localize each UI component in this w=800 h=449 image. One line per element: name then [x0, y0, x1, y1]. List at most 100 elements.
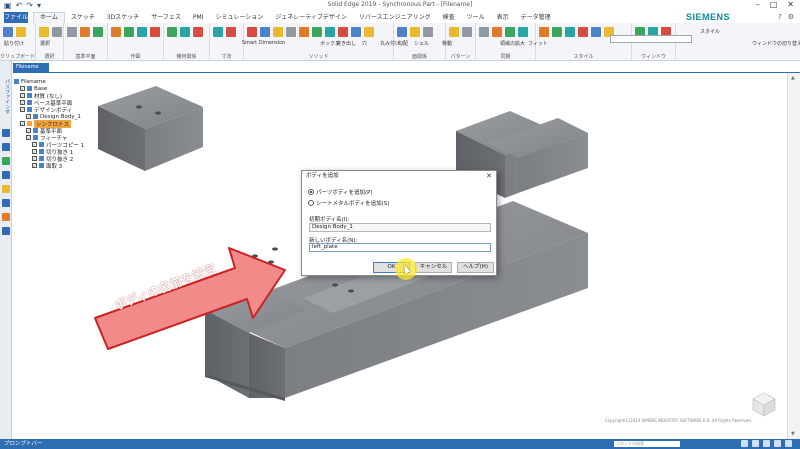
ribbon-tool-icon[interactable]	[479, 27, 489, 37]
help-button[interactable]: ヘルプ(H)	[457, 262, 494, 273]
rotate-icon[interactable]	[774, 440, 781, 447]
tree-checkbox[interactable]: ✓	[20, 93, 25, 98]
tree-checkbox[interactable]: ✓	[26, 135, 31, 140]
tree-checkbox[interactable]: ✓	[20, 100, 25, 105]
family-icon[interactable]	[2, 185, 10, 193]
zoom-icon[interactable]	[741, 440, 748, 447]
view-icon[interactable]	[785, 440, 792, 447]
ribbon-tool-icon[interactable]	[93, 27, 103, 37]
ribbon-tool-icon[interactable]	[312, 27, 322, 37]
tab-3[interactable]: サーフェス	[145, 12, 187, 23]
radio-part-body[interactable]: パーツボディを追加(P)	[308, 188, 373, 196]
ribbon-tool-icon[interactable]	[351, 27, 361, 37]
tab-11[interactable]: データ管理	[515, 12, 557, 23]
ribbon-tool-icon[interactable]	[3, 27, 13, 37]
ribbon-button-label-extrude[interactable]: 突き出し	[336, 40, 356, 47]
tab-5[interactable]: シミュレーション	[210, 12, 270, 23]
ribbon-tool-icon[interactable]	[80, 27, 90, 37]
tree-item[interactable]: ✓ シンクロナス	[14, 119, 114, 128]
ribbon-tool-icon[interactable]	[180, 27, 190, 37]
hole-6[interactable]	[332, 283, 338, 287]
key-icon[interactable]	[2, 213, 10, 221]
ribbon-button-label-window[interactable]: ウィンドウの切り替え	[752, 40, 800, 47]
ribbon-tool-icon[interactable]	[492, 27, 502, 37]
tab-9[interactable]: ツール	[461, 12, 491, 23]
ribbon-button-label-move[interactable]: 移動	[442, 40, 452, 47]
tree-checkbox[interactable]: ✓	[26, 128, 31, 133]
tab-8[interactable]: 検査	[437, 12, 461, 23]
ribbon-tool-icon[interactable]	[52, 27, 62, 37]
ribbon-tool-icon[interactable]	[124, 27, 134, 37]
tree-checkbox[interactable]: ✓	[32, 156, 37, 161]
ribbon-tool-icon[interactable]	[410, 27, 420, 37]
ribbon-button-label-hole[interactable]: 穴	[362, 40, 367, 47]
ribbon-button-label-paste[interactable]: 貼り付け	[4, 40, 24, 47]
ribbon-tool-icon[interactable]	[423, 27, 433, 37]
radio-sheetmetal-indicator[interactable]	[308, 200, 314, 206]
ribbon-tool-icon[interactable]	[338, 27, 348, 37]
hole-2[interactable]	[155, 111, 161, 115]
ribbon-tool-icon[interactable]	[578, 27, 588, 37]
tree-item[interactable]: ✓ 面取 3	[14, 162, 114, 170]
ribbon-tool-icon[interactable]	[167, 27, 177, 37]
tree-checkbox[interactable]: ✓	[20, 107, 25, 112]
ribbon-tool-icon[interactable]	[67, 27, 77, 37]
ribbon-tool-icon[interactable]	[226, 27, 236, 37]
ribbon-tool-icon[interactable]	[364, 27, 374, 37]
sensors-icon[interactable]	[2, 171, 10, 179]
minimize-icon[interactable]: –	[756, 0, 760, 9]
layers-icon[interactable]	[2, 143, 10, 151]
ribbon-button-label-smart-dimension[interactable]: Smart Dimension	[242, 40, 285, 46]
maximize-icon[interactable]: □	[770, 0, 778, 9]
dialog-close-icon[interactable]: ✕	[486, 171, 492, 181]
ribbon-tool-icon[interactable]	[397, 27, 407, 37]
tab-7[interactable]: リバースエンジニアリング	[353, 12, 437, 23]
ribbon-tool-icon[interactable]	[565, 27, 575, 37]
tree-item[interactable]: ✓ デザインボディ	[14, 106, 114, 114]
hole-7[interactable]	[348, 289, 354, 293]
ribbon-tool-icon[interactable]	[260, 27, 270, 37]
tab-10[interactable]: 表示	[491, 12, 515, 23]
fit-icon[interactable]	[752, 440, 759, 447]
ribbon-tool-icon[interactable]	[325, 27, 335, 37]
pathfinder-vertical-label[interactable]: パスファインダ	[1, 79, 11, 114]
ribbon-button-label-round[interactable]: 丸み付け	[380, 40, 400, 47]
view-cube-icon[interactable]	[750, 390, 778, 418]
tree-checkbox[interactable]: ✓	[20, 121, 25, 126]
file-menu-button[interactable]: ファイル	[4, 12, 28, 23]
help-icon[interactable]: ?	[778, 13, 782, 21]
ribbon-tool-icon[interactable]	[213, 27, 223, 37]
tab-0[interactable]: ホーム	[33, 12, 65, 23]
ribbon-tool-icon[interactable]	[247, 27, 257, 37]
ribbon-tool-icon[interactable]	[193, 27, 203, 37]
pathfinder-tab[interactable]: Filename	[13, 63, 49, 72]
tree-item[interactable]: Filename	[14, 78, 114, 85]
ribbon-tool-icon[interactable]	[150, 27, 160, 37]
ribbon-tool-icon[interactable]	[552, 27, 562, 37]
tab-6[interactable]: ジェネレーティブデザイン	[269, 12, 353, 23]
features-icon[interactable]	[2, 157, 10, 165]
ribbon-button-label-draft[interactable]: 勾配	[398, 40, 408, 47]
ribbon-button-label-shell[interactable]: シェル	[414, 40, 429, 47]
tree-checkbox[interactable]: ✓	[32, 163, 37, 168]
ribbon-tool-icon[interactable]	[591, 27, 601, 37]
ribbon-tool-icon[interactable]	[462, 27, 472, 37]
ribbon-tool-icon[interactable]	[111, 27, 121, 37]
ribbon-tool-icon[interactable]	[505, 27, 515, 37]
ribbon-tool-icon[interactable]	[539, 27, 549, 37]
ribbon-tool-icon[interactable]	[16, 27, 26, 37]
scroll-down-icon[interactable]: ▼	[791, 431, 795, 437]
pathfinder-icon[interactable]	[2, 129, 10, 137]
ribbon-button-label-fit[interactable]: フィット	[528, 40, 548, 47]
prompt-bar-label[interactable]: プロンプトバー	[4, 440, 42, 448]
ribbon-button-label-style[interactable]: スタイル	[700, 28, 720, 35]
tree-checkbox[interactable]: ✓	[20, 86, 25, 91]
pan-icon[interactable]	[763, 440, 770, 447]
tab-1[interactable]: スケッチ	[65, 12, 101, 23]
tab-2[interactable]: 3Dスケッチ	[101, 12, 145, 23]
ribbon-button-label-select[interactable]: 選択	[40, 40, 50, 47]
tab-4[interactable]: PMI	[187, 12, 210, 23]
radio-sheetmetal-body[interactable]: シートメタルボディを追加(S)	[308, 199, 389, 207]
hole-5[interactable]	[272, 247, 278, 251]
ribbon-tool-icon[interactable]	[286, 27, 296, 37]
